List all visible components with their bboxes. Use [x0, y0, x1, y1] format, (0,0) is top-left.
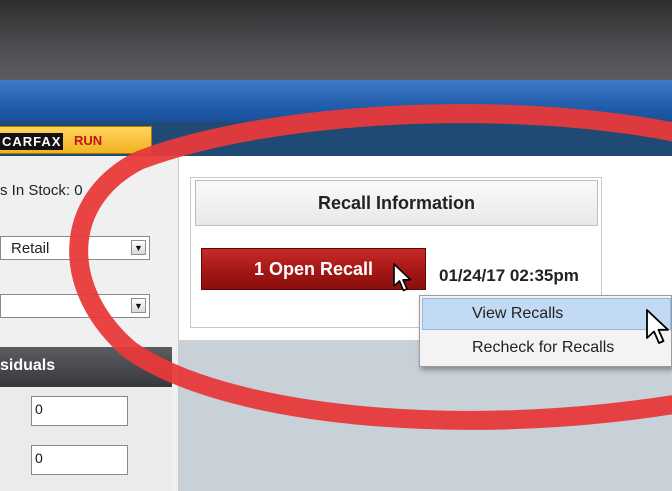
sale-type-value: Retail: [11, 240, 50, 257]
run-label: RUN: [74, 133, 103, 148]
sale-type-select[interactable]: Retail ▼: [0, 236, 150, 260]
arrow-cursor-icon: [393, 263, 412, 292]
menu-item-label: View Recalls: [472, 305, 564, 322]
residuals-title: siduals: [0, 357, 56, 374]
app-header-bar: [0, 0, 672, 80]
menu-item-recheck-recalls[interactable]: Recheck for Recalls: [422, 332, 671, 364]
title-band: [0, 80, 672, 122]
chevron-down-icon[interactable]: ▼: [131, 298, 146, 313]
recall-timestamp: 01/24/17 02:35pm: [439, 266, 579, 285]
secondary-select[interactable]: ▼: [0, 294, 150, 318]
recall-panel-title: Recall Information: [195, 180, 598, 226]
menu-item-view-recalls[interactable]: View Recalls: [422, 298, 671, 330]
carfax-logo: CARFAX: [0, 133, 64, 150]
residual-input-2[interactable]: 0: [31, 445, 128, 475]
residuals-header: siduals: [0, 347, 172, 387]
recall-context-menu: View Recalls Recheck for Recalls: [419, 295, 672, 367]
stock-count-text: s In Stock: 0: [0, 182, 83, 199]
carfax-run-button[interactable]: CARFAX RUN: [0, 126, 152, 154]
chevron-down-icon[interactable]: ▼: [131, 240, 146, 255]
residual-input-1[interactable]: 0: [31, 396, 128, 426]
arrow-cursor-icon: [646, 309, 669, 344]
menu-item-label: Recheck for Recalls: [472, 339, 615, 356]
